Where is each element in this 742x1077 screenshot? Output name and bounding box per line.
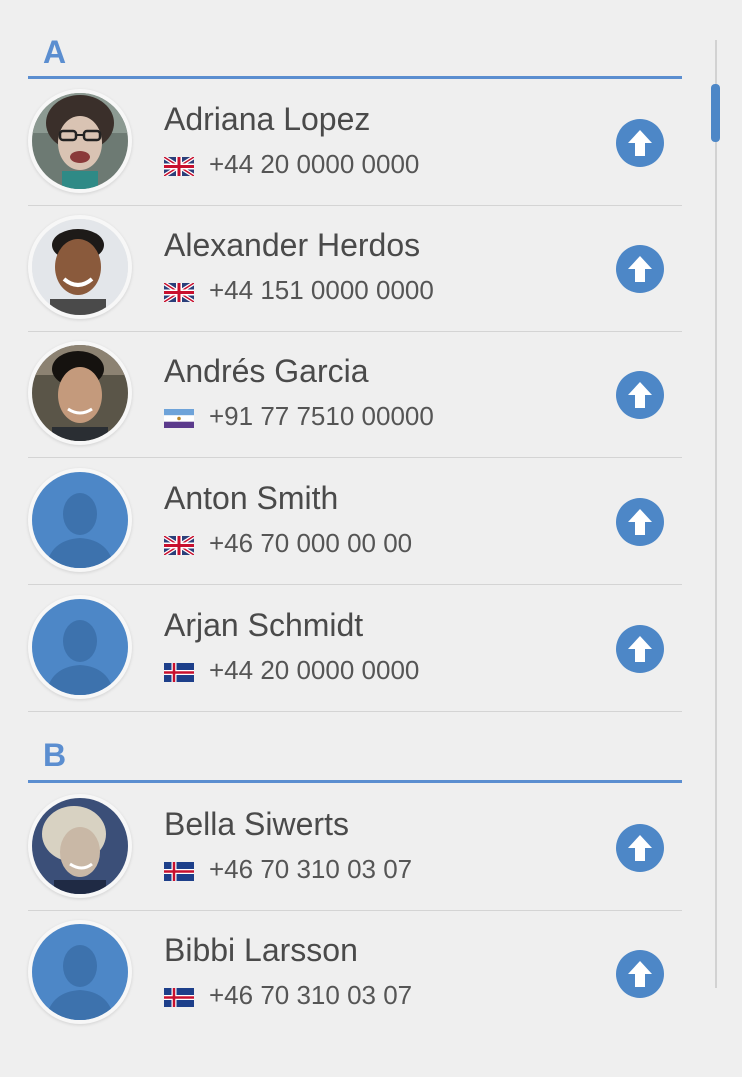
avatar xyxy=(32,219,128,315)
contact-phone: +44 20 0000 0000 xyxy=(209,149,420,179)
contact-phone: +44 20 0000 0000 xyxy=(209,655,420,685)
section-letter-a: A xyxy=(43,34,67,70)
uk-flag-icon xyxy=(164,536,194,555)
nordic-flag-icon xyxy=(164,862,194,881)
section-letter-b: B xyxy=(43,737,67,773)
contact-name: Bibbi Larsson xyxy=(164,932,358,968)
contact-row[interactable]: Andrés Garcia +91 77 7510 00000 xyxy=(28,331,682,458)
contact-row[interactable]: Anton Smith +46 70 000 00 00 xyxy=(28,458,682,585)
contact-row[interactable]: Bella Siwerts +46 70 310 03 07 xyxy=(28,784,682,911)
default-avatar-icon xyxy=(32,472,128,568)
contact-phone: +91 77 7510 00000 xyxy=(209,401,434,431)
arrow-up-circle-icon[interactable] xyxy=(616,950,664,998)
contact-name: Anton Smith xyxy=(164,480,339,516)
avatar xyxy=(32,93,128,189)
arrow-up-circle-icon[interactable] xyxy=(616,498,664,546)
section-divider-b xyxy=(28,780,682,783)
blue-white-purple-flag-icon xyxy=(164,409,194,428)
contact-name: Bella Siwerts xyxy=(164,806,349,842)
uk-flag-icon xyxy=(164,283,194,302)
arrow-up-circle-icon[interactable] xyxy=(616,119,664,167)
arrow-up-circle-icon[interactable] xyxy=(616,245,664,293)
nordic-flag-icon xyxy=(164,663,194,682)
default-avatar-icon xyxy=(32,599,128,695)
contact-row[interactable]: Adriana Lopez +44 20 0000 0000 xyxy=(28,79,682,206)
contact-name: Adriana Lopez xyxy=(164,101,371,137)
default-avatar-icon xyxy=(32,924,128,1020)
scrollbar-track[interactable] xyxy=(715,40,717,988)
contact-name: Andrés Garcia xyxy=(164,353,369,389)
arrow-up-circle-icon[interactable] xyxy=(616,371,664,419)
contact-row[interactable]: Bibbi Larsson +46 70 310 03 07 xyxy=(28,910,682,1036)
uk-flag-icon xyxy=(164,157,194,176)
contact-name: Arjan Schmidt xyxy=(164,607,364,643)
scrollbar-thumb[interactable] xyxy=(711,84,720,142)
contact-row[interactable]: Arjan Schmidt +44 20 0000 0000 xyxy=(28,585,682,712)
contact-row[interactable]: Alexander Herdos +44 151 0000 0000 xyxy=(28,205,682,332)
nordic-flag-icon xyxy=(164,988,194,1007)
avatar xyxy=(32,798,128,894)
arrow-up-circle-icon[interactable] xyxy=(616,625,664,673)
contact-phone: +44 151 0000 0000 xyxy=(209,275,434,305)
contact-phone: +46 70 310 03 07 xyxy=(209,980,413,1010)
avatar xyxy=(32,345,128,441)
contact-phone: +46 70 000 00 00 xyxy=(209,528,413,558)
arrow-up-circle-icon[interactable] xyxy=(616,824,664,872)
contact-list: A Adriana Lopez +44 20 0000 0000 Alexand… xyxy=(0,0,742,1077)
contact-name: Alexander Herdos xyxy=(164,227,421,263)
contact-phone: +46 70 310 03 07 xyxy=(209,854,413,884)
